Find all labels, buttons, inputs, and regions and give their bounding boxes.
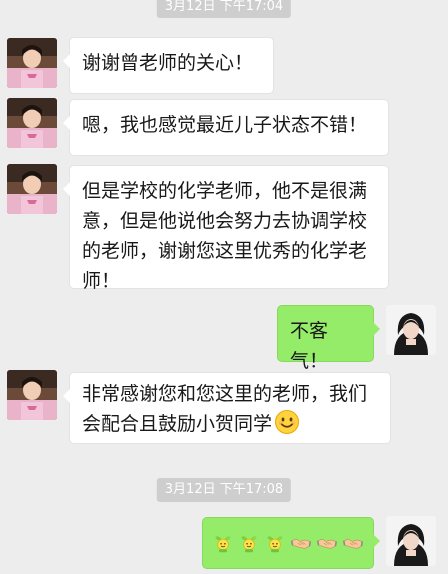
handshake-emoji-icon (317, 530, 337, 556)
message-text: 但是学校的化学老师，他不是很满意，但是他说他会努力去协调学校的老师，谢谢您这里优… (82, 180, 368, 292)
contact-avatar[interactable] (7, 38, 57, 88)
sprout-emoji-icon (213, 530, 233, 556)
message-bubble[interactable]: 非常感谢您和您这里的老师，我们会配合且鼓励小贺同学 (63, 372, 391, 444)
message-bubble[interactable]: 谢谢曾老师的关心！ (63, 37, 274, 94)
message-bubble[interactable]: 但是学校的化学老师，他不是很满意，但是他说他会努力去协调学校的老师，谢谢您这里优… (63, 165, 389, 292)
contact-avatar[interactable] (7, 370, 57, 420)
message-text: 非常感谢您和您这里的老师，我们会配合且鼓励小贺同学 (82, 383, 368, 435)
message-bubble-outgoing[interactable] (202, 517, 380, 569)
message-bubble[interactable]: 嗯，我也感觉最近儿子状态不错！ (63, 99, 389, 156)
smile-emoji-icon (274, 409, 300, 435)
self-avatar[interactable] (386, 305, 436, 355)
message-text: 谢谢曾老师的关心！ (82, 52, 254, 74)
message-text: 嗯，我也感觉最近儿子状态不错！ (82, 114, 368, 136)
handshake-emoji-icon (343, 530, 363, 556)
contact-avatar[interactable] (7, 98, 57, 148)
self-avatar[interactable] (386, 516, 436, 566)
sprout-emoji-icon (265, 530, 285, 556)
contact-avatar[interactable] (7, 164, 57, 214)
message-bubble-outgoing[interactable]: 不客气！ (277, 305, 380, 372)
timestamp-divider: 3月12日 下午17:04 (156, 0, 292, 18)
message-text: 不客气！ (290, 320, 329, 372)
sprout-emoji-icon (239, 530, 259, 556)
emoji-row (213, 528, 363, 558)
timestamp-divider: 3月12日 下午17:08 (156, 478, 292, 502)
handshake-emoji-icon (291, 530, 311, 556)
